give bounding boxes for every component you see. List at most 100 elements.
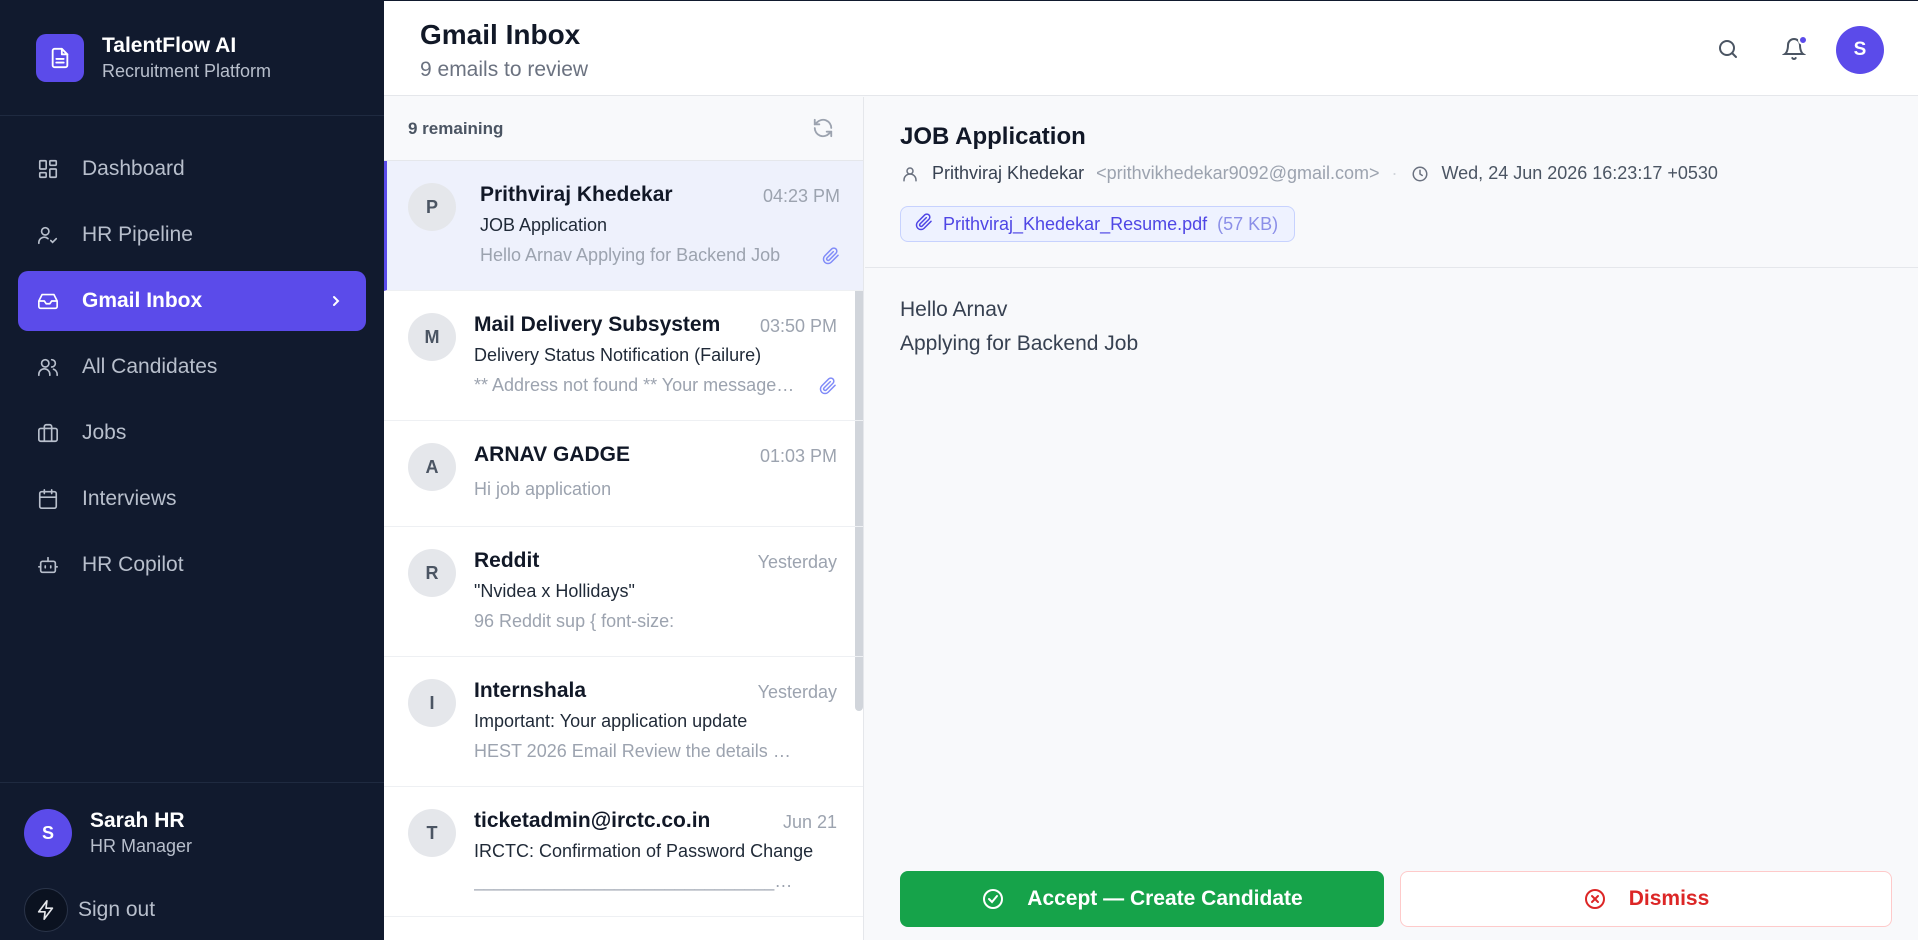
page-subtitle: 9 emails to review xyxy=(420,58,589,81)
search-icon[interactable] xyxy=(1714,35,1742,63)
email-date: Wed, 24 Jun 2026 16:23:17 +0530 xyxy=(1441,163,1718,183)
accept-create-candidate-button[interactable]: Accept — Create Candidate xyxy=(900,871,1384,927)
sidebar-item-hr-pipeline[interactable]: HR Pipeline xyxy=(18,205,366,265)
clock-icon xyxy=(1410,164,1430,184)
email-preview: HEST 2026 Email Review the details and t… xyxy=(474,741,796,761)
email-subject: JOB Application xyxy=(480,215,608,235)
email-subject: Delivery Status Notification (Failure) xyxy=(474,345,762,365)
email-sender: ticketadmin@irctc.co.in xyxy=(474,809,711,832)
check-circle-icon xyxy=(981,887,1005,911)
paperclip-icon xyxy=(819,377,837,395)
email-item[interactable]: P Prithviraj Khedekar 04:23 PM JOB Appli… xyxy=(384,161,863,291)
email-detail-header: JOB Application Prithviraj Khedekar <pri… xyxy=(865,97,1918,268)
inbox-icon xyxy=(36,289,60,313)
bell-icon[interactable] xyxy=(1780,35,1808,63)
brand[interactable]: TalentFlow AI Recruitment Platform xyxy=(36,33,271,83)
email-subject-title: JOB Application xyxy=(900,123,1086,150)
bolt-icon xyxy=(24,888,68,932)
sender-email: <prithvikhedekar9092@gmail.com> xyxy=(1096,163,1380,183)
avatar: R xyxy=(408,549,456,597)
email-preview: ________________________________________… xyxy=(474,871,796,891)
user-icon xyxy=(900,164,920,184)
email-meta: Prithviraj Khedekar <prithvikhedekar9092… xyxy=(900,163,1718,184)
avatar: T xyxy=(408,809,456,857)
users-icon xyxy=(36,355,60,379)
email-detail: JOB Application Prithviraj Khedekar <pri… xyxy=(865,97,1918,940)
attachment-chip[interactable]: Prithviraj_Khedekar_Resume.pdf (57 KB) xyxy=(900,206,1296,242)
paperclip-icon xyxy=(822,247,840,265)
email-sender: Internshala xyxy=(474,679,587,702)
dashboard-icon xyxy=(36,157,60,181)
dismiss-button[interactable]: Dismiss xyxy=(1400,871,1892,927)
sidebar: TalentFlow AI Recruitment Platform Dashb… xyxy=(0,0,384,940)
email-time: 04:23 PM xyxy=(762,186,840,206)
email-sender: Prithviraj Khedekar xyxy=(480,183,673,206)
sidebar-item-interviews[interactable]: Interviews xyxy=(18,469,366,529)
notification-dot xyxy=(1798,35,1808,45)
user-profile[interactable]: S Sarah HR HR Manager xyxy=(24,808,192,858)
email-preview: Hi job application xyxy=(474,479,612,499)
email-item[interactable]: I Internshala Yesterday Important: Your … xyxy=(384,657,863,787)
sidebar-divider xyxy=(0,115,384,116)
email-time: Jun 21 xyxy=(782,812,837,832)
email-time: 01:03 PM xyxy=(759,446,837,466)
avatar: S xyxy=(24,809,72,857)
sidebar-item-label: HR Copilot xyxy=(82,553,184,576)
sidebar-divider xyxy=(0,782,384,783)
dismiss-label: Dismiss xyxy=(1628,887,1710,910)
email-subject: Important: Your application update xyxy=(474,711,748,731)
email-sender: Mail Delivery Subsystem xyxy=(474,313,721,336)
email-time: Yesterday xyxy=(757,682,837,702)
avatar: P xyxy=(408,183,456,231)
calendar-icon xyxy=(36,487,60,511)
x-circle-icon xyxy=(1583,887,1607,911)
avatar: I xyxy=(408,679,456,727)
briefcase-icon xyxy=(36,421,60,445)
document-icon xyxy=(36,34,84,82)
avatar: A xyxy=(408,443,456,491)
email-item[interactable]: T ticketadmin@irctc.co.in Jun 21 IRCTC: … xyxy=(384,787,863,917)
sidebar-item-dashboard[interactable]: Dashboard xyxy=(18,139,366,199)
sidebar-item-label: HR Pipeline xyxy=(82,223,193,246)
email-list-header: 9 remaining xyxy=(384,97,863,161)
brand-name: TalentFlow AI xyxy=(102,34,237,57)
email-item[interactable]: M Mail Delivery Subsystem 03:50 PM Deliv… xyxy=(384,291,863,421)
avatar: M xyxy=(408,313,456,361)
sign-out-label: Sign out xyxy=(78,898,156,921)
email-preview: Hello Arnav Applying for Backend Job xyxy=(480,245,781,265)
email-time: 03:50 PM xyxy=(759,316,837,336)
bot-icon xyxy=(36,553,60,577)
attachment-name: Prithviraj_Khedekar_Resume.pdf xyxy=(943,213,1208,234)
sidebar-item-label: Interviews xyxy=(82,487,177,510)
email-item[interactable]: A ARNAV GADGE 01:03 PM Hi job applicatio… xyxy=(384,421,863,527)
sign-out-button[interactable]: Sign out xyxy=(24,888,155,932)
sidebar-item-label: Gmail Inbox xyxy=(82,289,203,312)
sidebar-item-label: All Candidates xyxy=(82,355,218,378)
header-avatar[interactable]: S xyxy=(1836,26,1884,74)
page-title: Gmail Inbox xyxy=(420,19,581,50)
sidebar-item-gmail-inbox[interactable]: Gmail Inbox xyxy=(18,271,366,331)
sidebar-nav: Dashboard HR Pipeline Gmail Inbox All Ca… xyxy=(18,139,366,601)
email-sender: ARNAV GADGE xyxy=(474,443,630,466)
user-name: Sarah HR xyxy=(90,809,185,832)
chevron-right-icon xyxy=(328,289,344,319)
email-item[interactable]: R Reddit Yesterday "Nvidea x Hollidays" … xyxy=(384,527,863,657)
email-body-line: Applying for Backend Job xyxy=(900,332,1139,355)
top-header: Gmail Inbox 9 emails to review S xyxy=(384,0,1918,96)
email-list: 9 remaining P Prithviraj Khedekar 04:23 … xyxy=(384,97,864,940)
sidebar-item-jobs[interactable]: Jobs xyxy=(18,403,366,463)
user-role: HR Manager xyxy=(90,836,193,856)
sidebar-item-all-candidates[interactable]: All Candidates xyxy=(18,337,366,397)
email-subject: "Nvidea x Hollidays" xyxy=(474,581,635,601)
user-check-icon xyxy=(36,223,60,247)
email-body: Hello Arnav Applying for Backend Job xyxy=(900,293,1138,361)
email-sender: Reddit xyxy=(474,549,540,572)
email-preview: 96 Reddit sup { font-size: xyxy=(474,611,675,631)
remaining-count: 9 remaining xyxy=(408,119,504,138)
attachment-size: (57 KB) xyxy=(1217,213,1279,234)
sidebar-item-hr-copilot[interactable]: HR Copilot xyxy=(18,535,366,595)
email-preview: ** Address not found ** Your message was… xyxy=(474,375,796,395)
refresh-icon[interactable] xyxy=(812,117,836,141)
sender-name: Prithviraj Khedekar xyxy=(932,163,1085,183)
paperclip-icon xyxy=(915,212,933,236)
